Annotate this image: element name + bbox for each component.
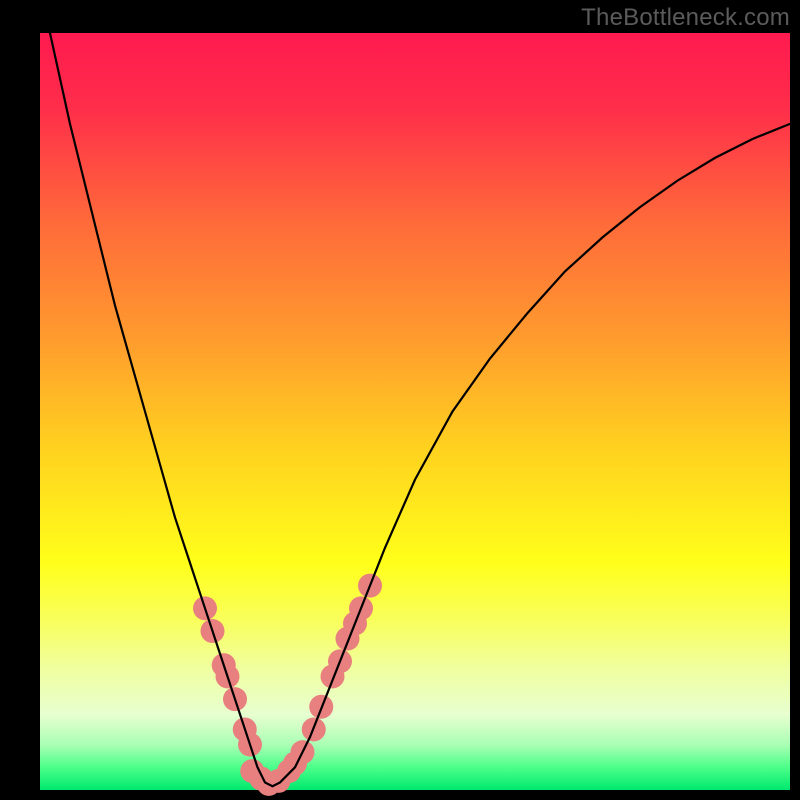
- plot-background: [40, 33, 790, 790]
- chart-frame: TheBottleneck.com: [0, 0, 800, 800]
- watermark-label: TheBottleneck.com: [581, 4, 790, 32]
- chart-svg: [0, 0, 800, 800]
